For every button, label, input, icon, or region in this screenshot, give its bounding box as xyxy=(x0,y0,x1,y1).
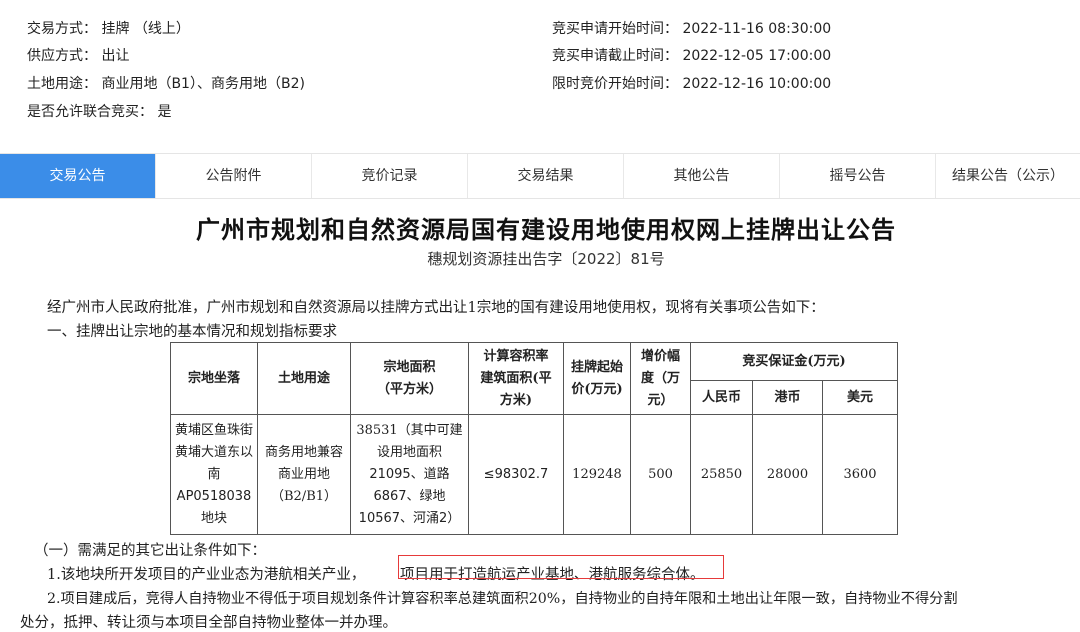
cell-land-use: 商务用地兼容 商业用地 （B2/B1） xyxy=(257,414,351,535)
th-far-line3: 方米) xyxy=(499,392,533,408)
th-increment: 增价幅 度（万 元） xyxy=(630,342,691,415)
tab-result-publicity[interactable]: 结果公告（公示） xyxy=(936,154,1080,198)
tab-lottery-notice[interactable]: 摇号公告 xyxy=(780,154,936,198)
area-line1: 38531（其中可建 xyxy=(356,422,463,438)
condition-2-line2: 处分，抵押、转让须与本项目全部自持物业整体一并办理。 xyxy=(20,615,397,631)
th-usd: 美元 xyxy=(822,380,898,415)
conditions-heading: （一）需满足的其它出让条件如下： xyxy=(34,543,266,559)
th-area: 宗地面积 （平方米） xyxy=(350,342,469,415)
condition-1-start: 1.该地块所开发项目的产业业态为港航相关产业， xyxy=(47,567,366,583)
tab-trade-notice[interactable]: 交易公告 xyxy=(0,154,156,198)
area-line3: 21095、道路 xyxy=(369,466,450,482)
th-far-line1: 计算容积率 xyxy=(483,348,549,364)
th-inc-line2: 度（万 xyxy=(640,370,680,386)
th-start-price: 挂牌起始 价(万元) xyxy=(563,342,631,415)
th-price-line2: 价(万元) xyxy=(571,381,623,397)
cell-far-area: ≤98302.7 xyxy=(468,414,564,535)
th-rmb: 人民币 xyxy=(690,380,753,415)
apply-start-time: 竞买申请开始时间： 2022-11-16 08:30:00 xyxy=(552,21,832,37)
notice-doc-number: 穗规划资源挂出告字〔2022〕81号 xyxy=(427,250,665,268)
use-line2: 商业用地 xyxy=(277,466,330,482)
th-inc-line1: 增价幅 xyxy=(640,348,680,364)
cell-area: 38531（其中可建 设用地面积 21095、道路 6867、绿地 10567、… xyxy=(350,414,469,535)
th-far-area: 计算容积率 建筑面积(平 方米) xyxy=(468,342,564,415)
area-line4: 6867、绿地 xyxy=(373,488,446,504)
land-use: 土地用途： 商业用地（B1）、商务用地（B2) xyxy=(27,76,305,92)
cell-deposit-rmb: 25850 xyxy=(690,414,753,535)
loc-line5: 地块 xyxy=(200,510,227,526)
loc-line1: 黄埔区鱼珠街 xyxy=(174,422,253,438)
notice-intro: 经广州市人民政府批准，广州市规划和自然资源局以挂牌方式出让1宗地的国有建设用地使… xyxy=(47,300,825,316)
th-price-line1: 挂牌起始 xyxy=(570,359,623,375)
th-inc-line3: 元） xyxy=(647,392,674,408)
cell-start-price: 129248 xyxy=(563,414,631,535)
cell-location: 黄埔区鱼珠街 黄埔大道东以 南 AP0518038 地块 xyxy=(170,414,258,535)
highlight-box xyxy=(398,555,724,579)
notice-tabs: 交易公告 公告附件 竞价记录 交易结果 其他公告 摇号公告 结果公告（公示） xyxy=(0,153,1080,199)
use-line3: （B2/B1） xyxy=(270,488,338,504)
th-location: 宗地坐落 xyxy=(170,342,258,415)
cell-deposit-usd: 3600 xyxy=(822,414,898,535)
loc-line2: 黄埔大道东以 xyxy=(174,444,253,460)
land-parcel-table: 宗地坐落 土地用途 宗地面积 （平方米） 计算容积率 建筑面积(平 方米) 挂牌… xyxy=(170,342,898,535)
th-land-use: 土地用途 xyxy=(257,342,351,415)
th-hkd: 港币 xyxy=(752,380,823,415)
cell-deposit-hkd: 28000 xyxy=(752,414,823,535)
trade-method: 交易方式： 挂牌 （线上） xyxy=(27,21,190,37)
area-line2: 设用地面积 xyxy=(376,444,442,460)
th-area-line1: 宗地面积 xyxy=(383,359,436,375)
th-area-line2: （平方米） xyxy=(376,381,442,397)
table-row: 黄埔区鱼珠街 黄埔大道东以 南 AP0518038 地块 商务用地兼容 商业用地… xyxy=(170,414,898,535)
cell-increment: 500 xyxy=(630,414,691,535)
use-line1: 商务用地兼容 xyxy=(264,444,343,460)
tab-bid-records[interactable]: 竞价记录 xyxy=(312,154,468,198)
supply-method: 供应方式： 出让 xyxy=(27,48,130,64)
apply-end-time: 竞买申请截止时间： 2022-12-05 17:00:00 xyxy=(552,48,832,64)
tab-attachments[interactable]: 公告附件 xyxy=(156,154,312,198)
loc-line4: AP0518038 xyxy=(176,488,252,504)
condition-2-line1: 2.项目建成后，竞得人自持物业不得低于项目规划条件计算容积率总建筑面积20%，自… xyxy=(47,591,958,607)
area-line5: 10567、河涌2） xyxy=(358,510,461,526)
loc-line3: 南 xyxy=(207,466,221,482)
bid-start-time: 限时竞价开始时间： 2022-12-16 10:00:00 xyxy=(552,76,832,92)
notice-title: 广州市规划和自然资源局国有建设用地使用权网上挂牌出让公告 xyxy=(196,216,896,244)
th-deposit: 竞买保证金(万元) xyxy=(690,342,898,381)
joint-bid-allowed: 是否允许联合竞买： 是 xyxy=(27,104,172,120)
tab-other-notices[interactable]: 其他公告 xyxy=(624,154,780,198)
th-far-line2: 建筑面积(平 xyxy=(480,370,552,386)
tab-trade-result[interactable]: 交易结果 xyxy=(468,154,624,198)
section-heading-1: 一、挂牌出让宗地的基本情况和规划指标要求 xyxy=(47,324,337,340)
listing-info-panel: 交易方式： 挂牌 （线上） 供应方式： 出让 土地用途： 商业用地（B1）、商务… xyxy=(0,0,1080,153)
